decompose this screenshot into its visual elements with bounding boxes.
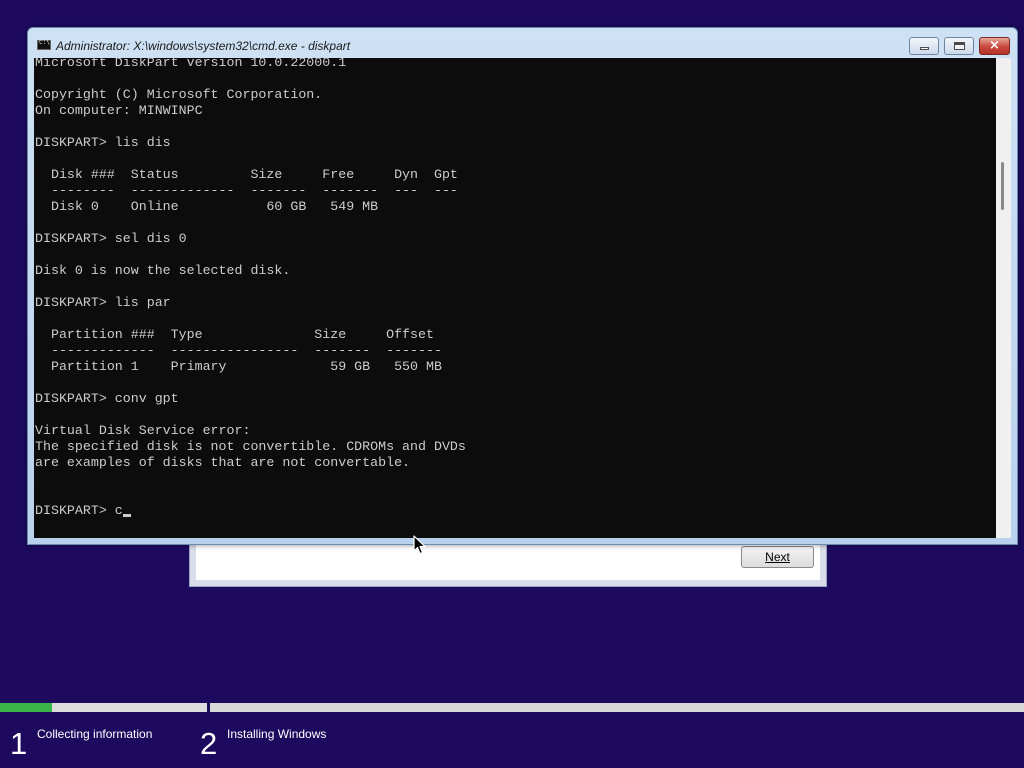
minimize-button[interactable] — [909, 37, 939, 55]
close-icon: × — [989, 38, 1000, 53]
scrollbar-thumb[interactable] — [1001, 162, 1004, 210]
console-line: DISKPART> lis par — [35, 295, 171, 310]
console-line: Disk 0 is now the selected disk. — [35, 263, 291, 278]
progress-segment-collecting — [0, 703, 207, 712]
console-line: The specified disk is not convertible. C… — [35, 439, 466, 454]
console-line: Disk 0 Online 60 GB 549 MB — [35, 199, 379, 214]
vertical-scrollbar[interactable] — [996, 58, 1011, 538]
console-line: Microsoft DiskPart version 10.0.22000.1 — [35, 58, 347, 70]
console-line: DISKPART> lis dis — [35, 135, 171, 150]
maximize-icon — [954, 42, 965, 50]
console-line: Virtual Disk Service error: — [35, 423, 251, 438]
console-line: Partition 1 Primary 59 GB 550 MB — [35, 359, 442, 374]
close-button[interactable]: × — [979, 37, 1010, 55]
console-line: are examples of disks that are not conve… — [35, 455, 411, 470]
window-title: Administrator: X:\windows\system32\cmd.e… — [56, 39, 351, 53]
cmd-app-icon[interactable] — [37, 39, 51, 50]
progress-divider — [207, 703, 210, 712]
next-button[interactable]: Next — [741, 546, 814, 568]
console-line: Disk ### Status Size Free Dyn Gpt — [35, 167, 458, 182]
console-line: DISKPART> conv gpt — [35, 391, 179, 406]
step-label: Collecting information — [37, 727, 153, 741]
console-line: ------------- ---------------- ------- -… — [35, 343, 442, 358]
setup-progress-bar — [0, 703, 1024, 712]
console-line: On computer: MINWINPC — [35, 103, 203, 118]
console-line: Partition ### Type Size Offset — [35, 327, 434, 342]
minimize-icon — [920, 47, 929, 50]
cmd-window[interactable]: Administrator: X:\windows\system32\cmd.e… — [27, 27, 1018, 545]
maximize-button[interactable] — [944, 37, 974, 55]
console-prompt-line[interactable]: DISKPART> c — [35, 503, 466, 519]
console-line: Copyright (C) Microsoft Corporation. — [35, 87, 323, 102]
window-titlebar[interactable]: Administrator: X:\windows\system32\cmd.e… — [28, 28, 1017, 58]
progress-fill — [0, 703, 52, 712]
console-text-area: Microsoft DiskPart version 10.0.22000.1 C… — [35, 58, 466, 519]
console-output[interactable]: Microsoft DiskPart version 10.0.22000.1 C… — [34, 58, 996, 538]
text-cursor — [122, 514, 131, 517]
mouse-pointer-icon — [413, 535, 426, 555]
console-prompt-text: DISKPART> c — [35, 503, 123, 518]
step-number: 2 — [200, 726, 218, 761]
console-line: DISKPART> sel dis 0 — [35, 231, 187, 246]
step-label: Installing Windows — [227, 727, 327, 741]
next-button-label: Next — [765, 550, 790, 564]
desktop-background: Next Administrator: X:\windows\system32\… — [0, 0, 1024, 768]
console-line: -------- ------------- ------- ------- -… — [35, 183, 458, 198]
step-number: 1 — [10, 726, 28, 761]
